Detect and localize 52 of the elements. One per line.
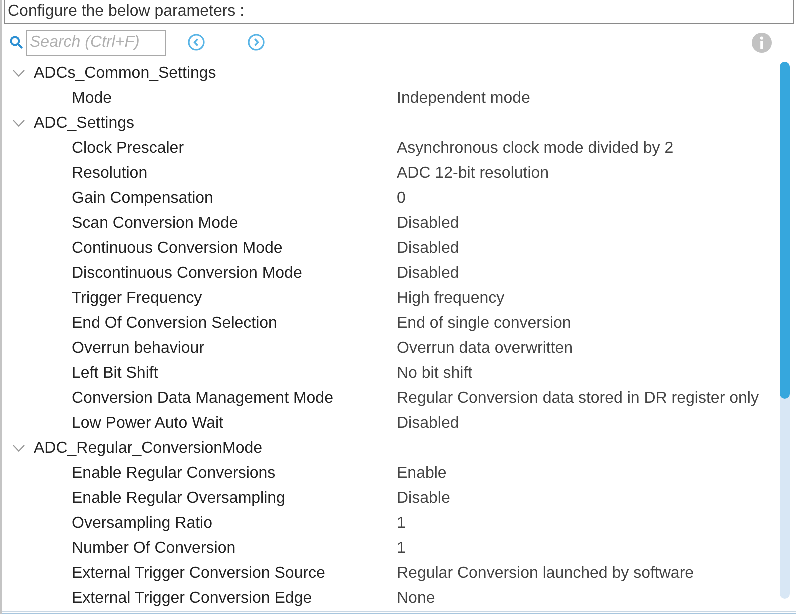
group-label[interactable]: ADC_Regular_ConversionMode bbox=[34, 440, 263, 458]
parameter-value[interactable]: No bit shift bbox=[397, 364, 473, 382]
parameter-label: Overrun behaviour bbox=[72, 340, 206, 358]
parameter-label: Enable Regular Oversampling bbox=[72, 490, 286, 508]
search-icon[interactable] bbox=[10, 36, 23, 49]
parameter-value[interactable]: Disabled bbox=[397, 414, 460, 432]
next-button[interactable] bbox=[248, 34, 265, 51]
previous-button[interactable] bbox=[188, 34, 205, 51]
parameter-label: Oversampling Ratio bbox=[72, 514, 214, 532]
parameter-value[interactable]: Disabled bbox=[397, 240, 460, 258]
parameter-value[interactable]: Overrun data overwritten bbox=[397, 340, 574, 358]
parameter-value[interactable]: None bbox=[397, 590, 436, 608]
parameter-value[interactable]: Disabled bbox=[397, 264, 460, 282]
parameter-label: Left Bit Shift bbox=[72, 364, 160, 382]
parameter-label: End Of Conversion Selection bbox=[72, 314, 278, 332]
parameter-label: External Trigger Conversion Source bbox=[72, 564, 326, 582]
parameter-value[interactable]: 1 bbox=[397, 514, 406, 532]
parameter-label: Trigger Frequency bbox=[72, 290, 204, 308]
parameter-label: Clock Prescaler bbox=[72, 140, 186, 158]
parameter-value[interactable]: Disable bbox=[397, 490, 450, 508]
parameter-label: Discontinuous Conversion Mode bbox=[72, 264, 304, 282]
chevron-down-icon[interactable] bbox=[13, 445, 25, 452]
parameter-label: Number Of Conversion bbox=[72, 540, 237, 558]
info-icon[interactable] bbox=[752, 32, 772, 52]
parameter-value[interactable]: Enable bbox=[397, 464, 447, 482]
parameter-value[interactable]: Regular Conversion data stored in DR register only bbox=[397, 390, 759, 408]
parameter-value[interactable]: Independent mode bbox=[397, 90, 530, 108]
parameter-value[interactable]: High frequency bbox=[397, 290, 505, 308]
parameter-label: Continuous Conversion Mode bbox=[72, 240, 284, 258]
parameter-label: Low Power Auto Wait bbox=[72, 414, 224, 432]
parameter-label: Resolution bbox=[72, 164, 149, 182]
group-label[interactable]: ADCs_Common_Settings bbox=[34, 64, 216, 82]
parameter-label: Mode bbox=[72, 90, 114, 108]
parameter-value[interactable]: End of single conversion bbox=[397, 314, 572, 332]
parameter-label: Gain Compensation bbox=[72, 190, 214, 208]
scrollbar-thumb[interactable] bbox=[780, 62, 790, 399]
chevron-down-icon[interactable] bbox=[13, 120, 25, 127]
parameter-value[interactable]: 1 bbox=[397, 540, 406, 558]
parameter-label: Conversion Data Management Mode bbox=[72, 390, 334, 408]
parameter-value[interactable]: 0 bbox=[397, 190, 406, 208]
scrollbar-track[interactable] bbox=[780, 62, 790, 599]
group-label[interactable]: ADC_Settings bbox=[34, 114, 134, 132]
parameter-value[interactable]: ADC 12-bit resolution bbox=[397, 164, 550, 182]
parameter-label: Enable Regular Conversions bbox=[72, 464, 277, 482]
parameter-label: External Trigger Conversion Edge bbox=[72, 590, 314, 608]
parameter-value[interactable]: Regular Conversion launched by software bbox=[397, 564, 694, 582]
parameter-value[interactable]: Asynchronous clock mode divided by 2 bbox=[397, 140, 674, 158]
parameter-value[interactable]: Disabled bbox=[397, 214, 460, 232]
search-field[interactable]: Search (Ctrl+F) bbox=[26, 30, 166, 56]
parameter-label: Scan Conversion Mode bbox=[72, 214, 240, 232]
chevron-down-icon[interactable] bbox=[13, 70, 25, 77]
header-text: Configure the below parameters : bbox=[8, 2, 245, 20]
